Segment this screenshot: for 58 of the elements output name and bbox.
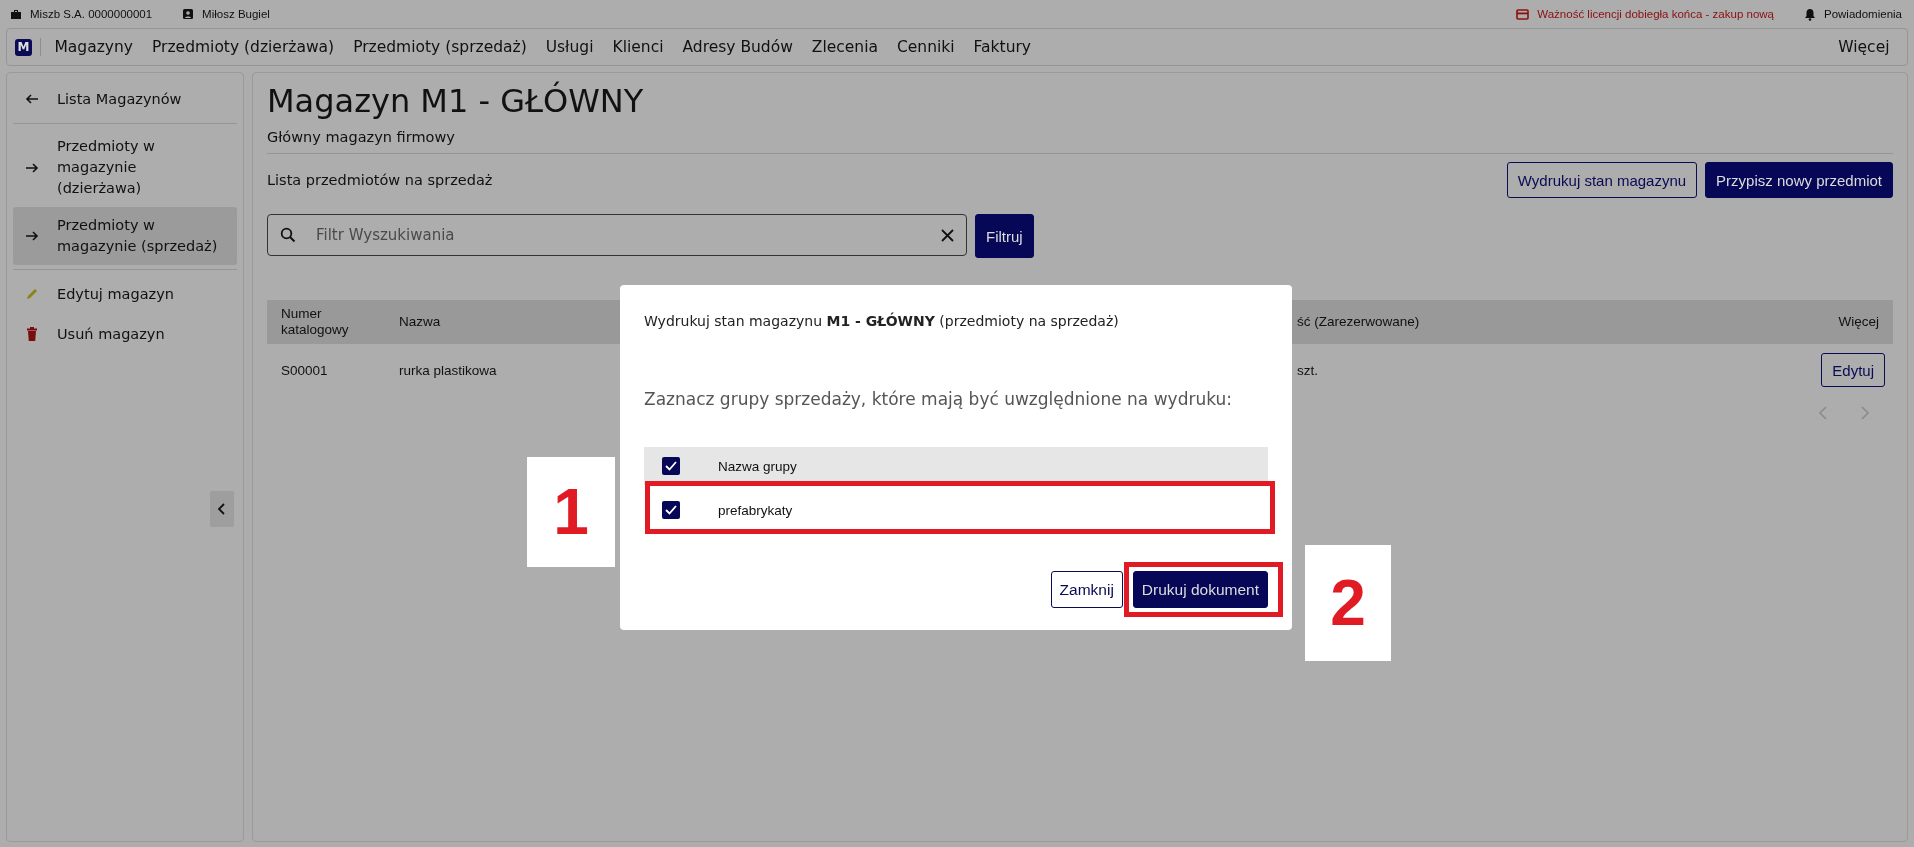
notifications-link[interactable]: Powiadomienia	[1824, 8, 1902, 20]
sidebar-item[interactable]: Lista Magazynów	[13, 79, 237, 119]
arrow-left-icon	[25, 93, 39, 105]
nav-item[interactable]: Zlecenia	[802, 38, 888, 56]
sidebar-item[interactable]: Edytuj magazyn	[13, 274, 237, 314]
group-name: prefabrykaty	[718, 502, 793, 518]
column-header: Nazwa	[385, 300, 613, 344]
action-button[interactable]: Wydrukuj stan magazynu	[1506, 162, 1698, 198]
checkbox[interactable]	[662, 501, 680, 519]
section-title: Lista przedmiotów na sprzedaż	[267, 172, 494, 188]
nav-item[interactable]: Klienci	[603, 38, 673, 56]
card-icon	[1516, 8, 1530, 20]
table-cell: S00001	[267, 344, 385, 396]
filter-button[interactable]: Filtruj	[975, 214, 1034, 258]
license-warning[interactable]: Ważność licencji dobiegła końca - zakup nową	[1537, 8, 1774, 20]
search-input[interactable]: Filtr Wyszukiwania	[314, 225, 923, 245]
sidebar-item[interactable]: Przedmioty w magazynie (dzierżawa)	[13, 128, 237, 207]
user-name[interactable]: Miłosz Bugiel	[202, 8, 270, 20]
nav-item[interactable]: Przedmioty (dzierżawa)	[142, 38, 344, 56]
annotation-number: 1	[527, 457, 615, 567]
more-menu[interactable]: Więcej	[1828, 38, 1899, 56]
company-name: Miszb S.A. 0000000001	[30, 8, 153, 20]
column-header: Więcej	[1671, 300, 1893, 344]
pencil-icon	[25, 287, 39, 301]
action-button[interactable]: Przypisz nowy przedmiot	[1705, 162, 1893, 198]
annotation-number: 2	[1305, 545, 1391, 661]
logo[interactable]: M	[15, 38, 32, 56]
checkbox[interactable]	[662, 457, 680, 475]
user-icon	[182, 8, 195, 20]
arrow-right-icon	[25, 230, 39, 242]
column-header: Numer katalogowy	[267, 300, 385, 344]
nav-item[interactable]: Przedmioty (sprzedaż)	[343, 38, 537, 56]
nav-item[interactable]: Cenniki	[887, 38, 965, 56]
arrow-right-icon	[25, 161, 39, 174]
table-cell: rurka plastikowa	[385, 344, 613, 396]
briefcase-icon	[10, 8, 22, 20]
collapse-button[interactable]	[210, 491, 234, 527]
dialog-title: Wydrukuj stan magazynu M1 - GŁÓWNY (przedmioty na sprzedaż)	[644, 313, 1120, 329]
sidebar-item[interactable]: Usuń magazyn	[13, 314, 237, 354]
page-title: Magazyn M1 - GŁÓWNY	[267, 80, 645, 122]
close-button[interactable]: Zamknij	[1050, 571, 1123, 608]
table-cell: szt.	[1283, 344, 1672, 396]
edit-button[interactable]: Edytuj	[1821, 353, 1885, 387]
trash-icon	[26, 327, 38, 341]
search-icon	[280, 227, 296, 243]
nav-item[interactable]: Usługi	[536, 38, 603, 56]
column-header: Nazwa grupy	[718, 458, 797, 474]
nav-item[interactable]: Faktury	[964, 38, 1041, 56]
clear-icon[interactable]	[941, 228, 954, 242]
print-button[interactable]: Drukuj dokument	[1132, 571, 1268, 608]
dialog-question: Zaznacz grupy sprzedaży, które mają być uwzględnione na wydruku:	[644, 388, 1233, 411]
nav-item[interactable]: Magazyny	[45, 38, 143, 56]
page-subtitle: Główny magazyn firmowy	[267, 123, 1893, 154]
chevron-left-icon	[217, 503, 227, 515]
bell-icon	[1804, 7, 1816, 21]
sidebar-item[interactable]: Przedmioty w magazynie (sprzedaż)	[13, 207, 237, 265]
search-field[interactable]: Filtr Wyszukiwania	[267, 214, 967, 256]
nav-item[interactable]: Adresy Budów	[672, 38, 803, 56]
